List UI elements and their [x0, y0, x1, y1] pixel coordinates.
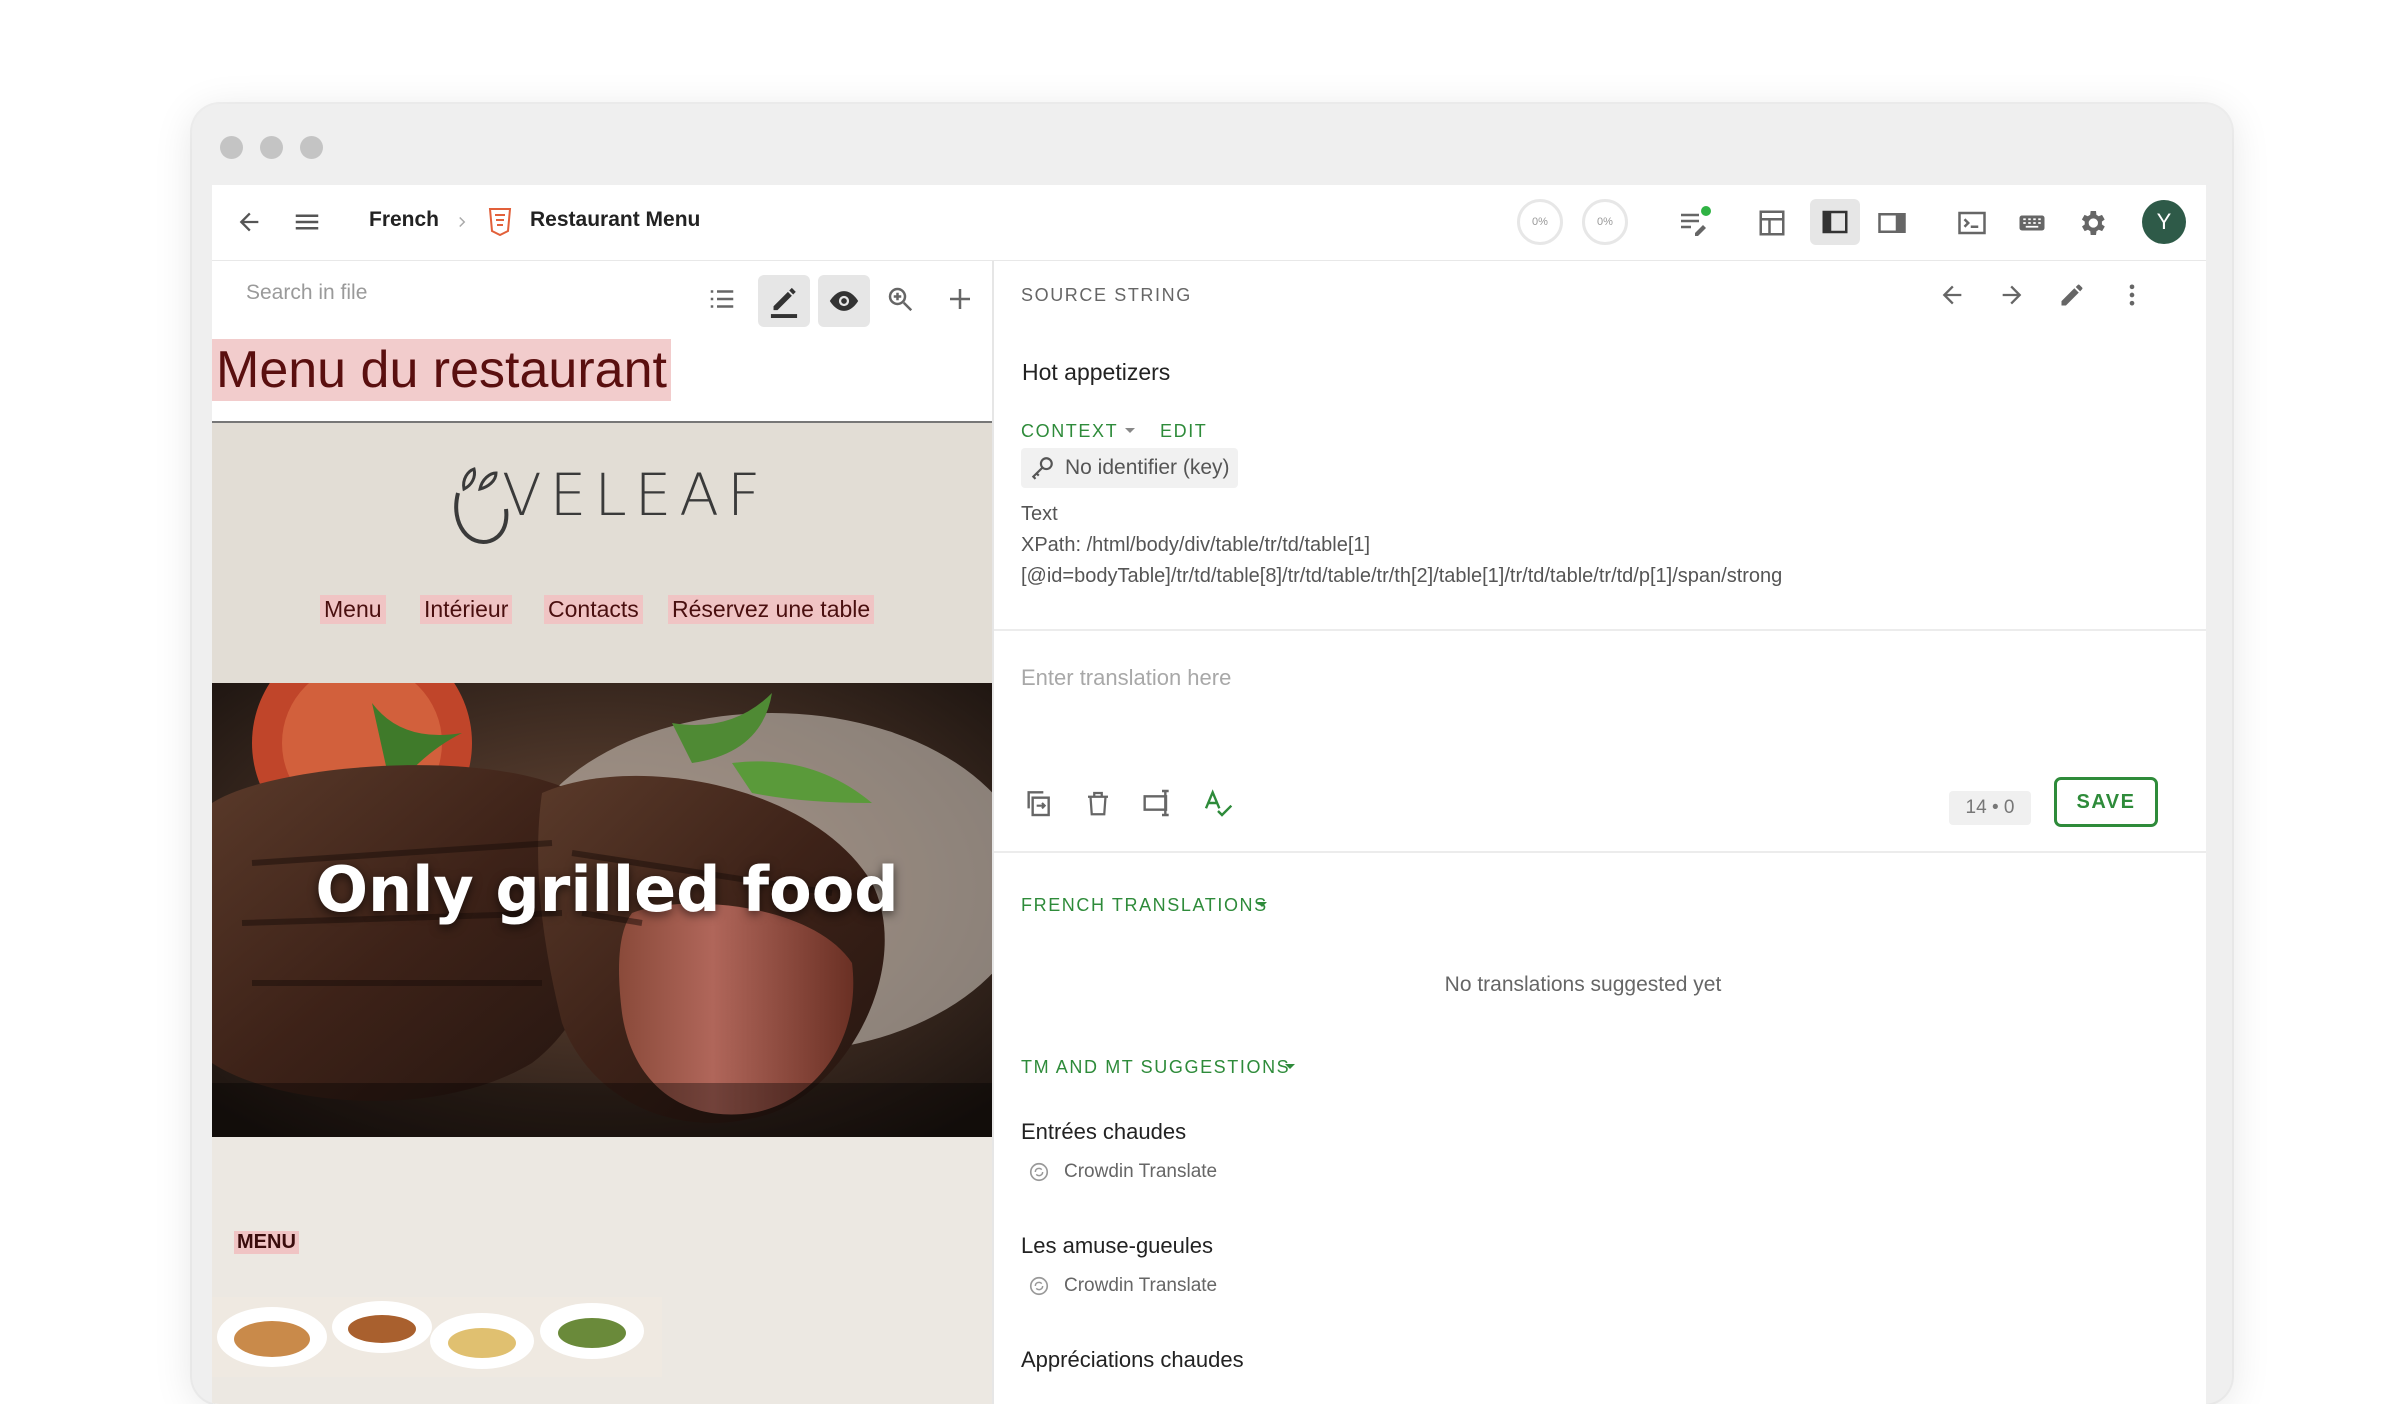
source-string-text: Hot appetizers [1022, 359, 1171, 385]
preview-nav-interior[interactable]: Intérieur [420, 595, 513, 624]
settings-gear-icon[interactable] [2072, 203, 2112, 243]
identifier-chip: No identifier (key) [1021, 448, 1238, 488]
clear-trash-icon[interactable] [1078, 783, 1118, 823]
suggestions-divider [994, 851, 2206, 853]
edit-mode-pencil-icon[interactable] [758, 275, 810, 327]
terminal-icon[interactable] [1952, 203, 1992, 243]
menu-hamburger-icon[interactable] [290, 205, 324, 239]
identifier-text: No identifier (key) [1065, 456, 1230, 479]
french-translations-toggle[interactable]: FRENCH TRANSLATIONS [1021, 895, 1268, 916]
breadcrumb-file[interactable]: Restaurant Menu [530, 208, 700, 232]
preview-page-title[interactable]: Menu du restaurant [212, 339, 671, 401]
next-string-arrow-icon[interactable] [1992, 275, 2032, 315]
add-plus-icon[interactable] [940, 279, 980, 319]
crowdin-translate-icon [1028, 1275, 1050, 1297]
file-preview-panel: Search in file Menu du restaurant VELEAF… [212, 261, 994, 1404]
no-translations-message: No translations suggested yet [1444, 973, 1722, 996]
browser-window: French Restaurant Menu 0% 0% Y Search in… [192, 104, 2232, 1404]
source-string-label: SOURCE STRING [1021, 285, 1192, 305]
html-preview: Menu du restaurant VELEAF Menu Intérieur… [212, 331, 992, 1404]
spellcheck-icon[interactable] [1198, 783, 1238, 823]
preview-hero-text[interactable]: Only grilled food [212, 853, 992, 926]
search-in-file-input[interactable]: Search in file [246, 281, 367, 305]
preview-header: VELEAF Menu Intérieur Contacts Réservez … [212, 423, 992, 683]
approved-progress[interactable]: 0% [1582, 199, 1628, 245]
layout-side-by-side-icon[interactable] [1810, 199, 1860, 245]
save-button[interactable]: SAVE [2054, 777, 2158, 827]
suggestion-engine-name: Crowdin Translate [1064, 1161, 1218, 1182]
context-edit-link[interactable]: EDIT [1160, 421, 1207, 442]
context-xpath-line-1: XPath: /html/body/div/table/tr/td/table[… [1021, 534, 1371, 556]
preview-hero-image: Only grilled food [212, 683, 992, 1137]
preview-nav-menu[interactable]: Menu [320, 595, 386, 624]
edit-source-pencil-icon[interactable] [2052, 275, 2092, 315]
translation-divider [994, 629, 2206, 631]
window-close-dot[interactable] [220, 136, 243, 159]
editor-panel: SOURCE STRING Hot appetizers CONTEXT EDI… [994, 261, 2206, 1404]
previous-string-arrow-icon[interactable] [1932, 275, 1972, 315]
suggestion-engine: Crowdin Translate [1028, 1275, 1217, 1297]
more-options-icon[interactable] [2112, 275, 2152, 315]
proofread-notes-icon[interactable] [1672, 201, 1716, 245]
zoom-in-icon[interactable] [880, 279, 920, 319]
preview-nav-contacts[interactable]: Contacts [544, 595, 643, 624]
context-toggle[interactable]: CONTEXT [1021, 421, 1118, 442]
leaf-logo-icon [450, 453, 510, 553]
suggestion-engine: Crowdin Translate [1028, 1161, 1217, 1183]
key-icon [1029, 455, 1055, 481]
translated-progress[interactable]: 0% [1517, 199, 1563, 245]
window-maximize-dot[interactable] [300, 136, 323, 159]
list-view-icon[interactable] [702, 279, 742, 319]
suggestion-text[interactable]: Appréciations chaudes [1021, 1347, 1244, 1373]
context-type: Text [1021, 503, 1058, 525]
window-minimize-dot[interactable] [260, 136, 283, 159]
back-arrow-icon[interactable] [232, 205, 266, 239]
layout-grid-icon[interactable] [1752, 203, 1792, 243]
layout-sidebar-icon[interactable] [1872, 203, 1912, 243]
preview-nav-reserve[interactable]: Réservez une table [668, 595, 875, 624]
split-text-icon[interactable] [1138, 783, 1178, 823]
tm-caret-down-icon[interactable] [1282, 1059, 1298, 1075]
top-toolbar: French Restaurant Menu 0% 0% Y [212, 185, 2206, 261]
character-counter: 14 • 0 [1949, 791, 2031, 825]
keyboard-icon[interactable] [2012, 203, 2052, 243]
copy-source-icon[interactable] [1018, 783, 1058, 823]
preview-food-image [212, 1297, 662, 1377]
user-avatar[interactable]: Y [2142, 200, 2186, 244]
translations-caret-down-icon[interactable] [1254, 897, 1270, 913]
crowdin-translate-icon [1028, 1161, 1050, 1183]
context-caret-down-icon[interactable] [1122, 423, 1138, 439]
suggestion-engine-name: Crowdin Translate [1064, 1275, 1218, 1296]
editor-app: French Restaurant Menu 0% 0% Y Search in… [212, 185, 2206, 1404]
context-xpath-line-2: [@id=bodyTable]/tr/td/table[8]/tr/td/tab… [1021, 565, 1783, 587]
suggestion-text[interactable]: Les amuse-gueules [1021, 1233, 1213, 1259]
tm-mt-suggestions-toggle[interactable]: TM AND MT SUGGESTIONS [1021, 1057, 1290, 1078]
suggestion-text[interactable]: Entrées chaudes [1021, 1119, 1186, 1145]
preview-logo-text: VELEAF [502, 461, 769, 529]
html-file-icon [487, 207, 513, 237]
preview-eye-icon[interactable] [818, 275, 870, 327]
chevron-right-icon [452, 211, 472, 233]
preview-menu-label[interactable]: MENU [234, 1231, 299, 1254]
translation-input[interactable]: Enter translation here [1021, 665, 1231, 691]
preview-menu-section: MENU [212, 1137, 992, 1404]
breadcrumb-language[interactable]: French [369, 208, 439, 232]
